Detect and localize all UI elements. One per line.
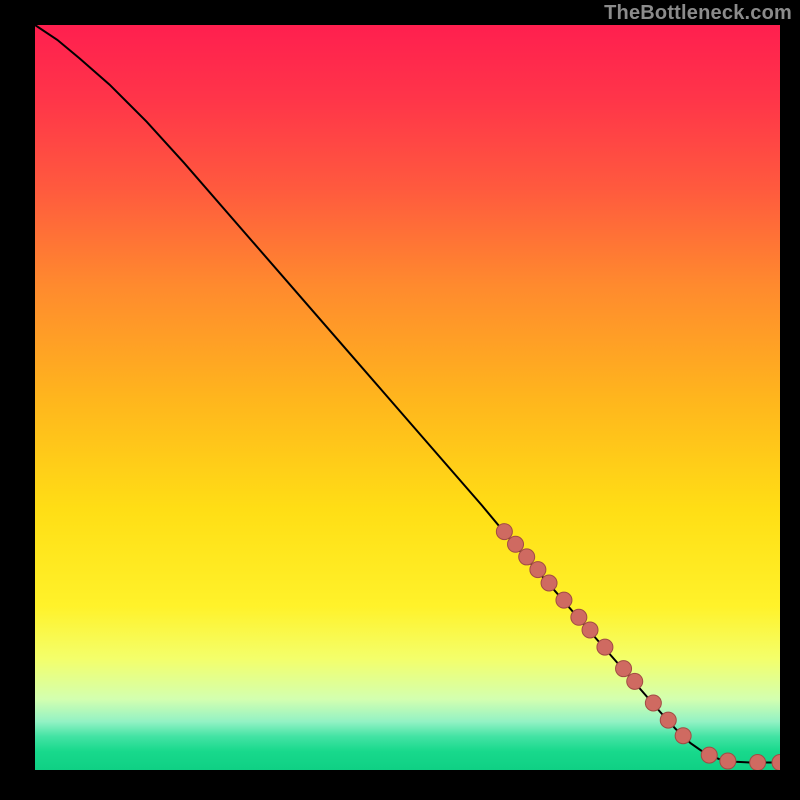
data-marker — [530, 562, 546, 578]
data-marker — [616, 661, 632, 677]
data-marker — [660, 712, 676, 728]
data-marker — [571, 609, 587, 625]
data-marker — [582, 622, 598, 638]
data-marker — [750, 755, 766, 770]
plot-svg — [35, 25, 780, 770]
data-marker — [496, 524, 512, 540]
chart-frame: TheBottleneck.com — [0, 0, 800, 800]
gradient-background — [35, 25, 780, 770]
data-marker — [519, 549, 535, 565]
data-marker — [597, 639, 613, 655]
data-marker — [645, 695, 661, 711]
data-marker — [701, 747, 717, 763]
data-marker — [508, 536, 524, 552]
data-marker — [720, 753, 736, 769]
watermark-text: TheBottleneck.com — [604, 2, 792, 25]
data-marker — [541, 575, 557, 591]
data-marker — [675, 728, 691, 744]
data-marker — [556, 592, 572, 608]
data-marker — [627, 673, 643, 689]
plot-area — [35, 25, 780, 770]
